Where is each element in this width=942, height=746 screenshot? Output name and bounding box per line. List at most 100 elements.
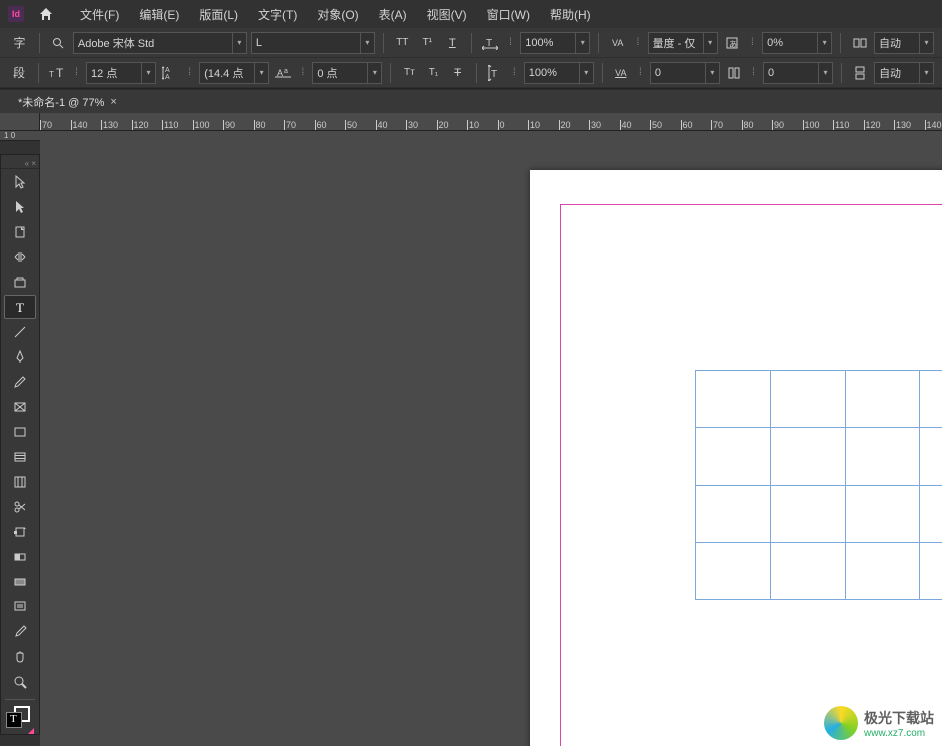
font-family-input[interactable] [73,32,233,54]
auto1-input[interactable] [874,32,920,54]
table-cell[interactable] [696,485,771,542]
font-family-dropdown-icon[interactable]: ▾ [233,32,247,54]
note-tool[interactable] [4,595,36,619]
free-transform-tool[interactable] [4,520,36,544]
leading-combo[interactable]: ▾ [199,62,269,84]
direct-selection-tool[interactable] [4,195,36,219]
table-cell[interactable] [845,371,920,428]
vscale-combo[interactable]: ▾ [524,62,594,84]
font-size-input[interactable] [86,62,142,84]
formatting-affects-icon[interactable] [28,728,34,734]
link-icon[interactable]: ⁞ [71,67,82,78]
font-size-dropdown-icon[interactable]: ▾ [142,62,156,84]
para-mode-label[interactable]: 段 [8,62,30,84]
table-cell[interactable] [770,542,845,599]
document-tab[interactable]: *未命名-1 @ 77% × [10,91,125,113]
selection-tool[interactable] [4,170,36,194]
baseline-dropdown-icon[interactable]: ▾ [368,62,382,84]
link-icon[interactable]: ⁞ [505,37,516,48]
horizontal-ruler[interactable]: 7014013012011010090807060504030201001020… [0,113,942,131]
hand-tool[interactable] [4,645,36,669]
menu-view[interactable]: 视图(V) [419,2,475,27]
table-cell[interactable] [845,428,920,485]
auto1-combo[interactable]: ▾ [874,32,934,54]
menu-type[interactable]: 文字(T) [250,2,305,27]
home-icon[interactable] [36,4,56,24]
tracking2-input[interactable] [763,62,819,84]
link-icon[interactable]: ⁞ [747,37,758,48]
pencil-tool[interactable] [4,370,36,394]
type-tool[interactable]: T [4,295,36,319]
hscale-combo[interactable]: ▾ [520,32,590,54]
page-tool[interactable] [4,220,36,244]
vscale-dropdown-icon[interactable]: ▾ [580,62,594,84]
allcaps-icon[interactable]: TT [392,32,413,54]
scissors-tool[interactable] [4,495,36,519]
pct-dropdown-icon[interactable]: ▾ [818,32,832,54]
tracking2-combo[interactable]: ▾ [763,62,833,84]
superscript-icon[interactable]: T¹ [417,32,438,54]
menu-window[interactable]: 窗口(W) [479,2,538,27]
link-icon[interactable]: ⁞ [635,67,646,78]
font-style-input[interactable] [251,32,361,54]
menu-object[interactable]: 对象(O) [309,2,366,27]
table-cell[interactable] [845,542,920,599]
table-frame[interactable] [695,370,942,600]
tracking-dropdown-icon[interactable]: ▾ [706,62,720,84]
strikethrough-icon[interactable]: T [448,62,468,84]
link-icon[interactable]: ⁞ [632,37,643,48]
auto2-input[interactable] [874,62,920,84]
canvas[interactable]: 极光下载站 www.xz7.com [40,140,942,746]
vertical-grid-tool[interactable] [4,470,36,494]
tool-panel-collapse-icon[interactable]: « × [1,159,39,169]
content-collector-tool[interactable] [4,270,36,294]
tracking-combo[interactable]: ▾ [650,62,720,84]
menu-table[interactable]: 表(A) [371,2,415,27]
table-cell[interactable] [845,485,920,542]
table-cell[interactable] [696,428,771,485]
gradient-feather-tool[interactable] [4,570,36,594]
rectangle-frame-tool[interactable] [4,395,36,419]
leading-dropdown-icon[interactable]: ▾ [255,62,269,84]
kerning-combo[interactable]: ▾ [648,32,718,54]
hscale-input[interactable] [520,32,576,54]
kerning-dropdown-icon[interactable]: ▾ [704,32,718,54]
kerning-input[interactable] [648,32,704,54]
zoom-tool[interactable] [4,670,36,694]
hscale-dropdown-icon[interactable]: ▾ [576,32,590,54]
table-cell[interactable] [770,485,845,542]
gradient-swatch-tool[interactable] [4,545,36,569]
vscale-input[interactable] [524,62,580,84]
table-cell[interactable] [770,428,845,485]
font-size-combo[interactable]: ▾ [86,62,156,84]
page[interactable] [530,170,942,746]
ruler-corner[interactable] [0,113,40,131]
menu-layout[interactable]: 版面(L) [191,2,246,27]
underline-icon[interactable]: T [442,32,463,54]
tracking2-dropdown-icon[interactable]: ▾ [819,62,833,84]
table-cell[interactable] [920,371,942,428]
pct-input[interactable] [762,32,818,54]
table-cell[interactable] [920,428,942,485]
smallcaps-icon[interactable]: Tᴛ [399,62,419,84]
auto2-dropdown-icon[interactable]: ▾ [920,62,934,84]
table-cell[interactable] [696,542,771,599]
auto2-combo[interactable]: ▾ [874,62,934,84]
tab-close-icon[interactable]: × [110,96,116,108]
link-icon[interactable]: ⁞ [184,67,195,78]
line-tool[interactable] [4,320,36,344]
search-glyph-icon[interactable] [48,32,69,54]
menu-edit[interactable]: 编辑(E) [131,2,187,27]
char-mode-label[interactable]: 字 [8,32,31,54]
tracking-input[interactable] [650,62,706,84]
baseline-combo[interactable]: ▾ [312,62,382,84]
auto1-dropdown-icon[interactable]: ▾ [920,32,934,54]
menu-help[interactable]: 帮助(H) [542,2,599,27]
subscript-icon[interactable]: T₁ [423,62,443,84]
table[interactable] [695,370,942,600]
table-cell[interactable] [770,371,845,428]
table-cell[interactable] [920,542,942,599]
horizontal-grid-tool[interactable] [4,445,36,469]
rectangle-tool[interactable] [4,420,36,444]
fill-swatch[interactable]: T [6,712,22,728]
